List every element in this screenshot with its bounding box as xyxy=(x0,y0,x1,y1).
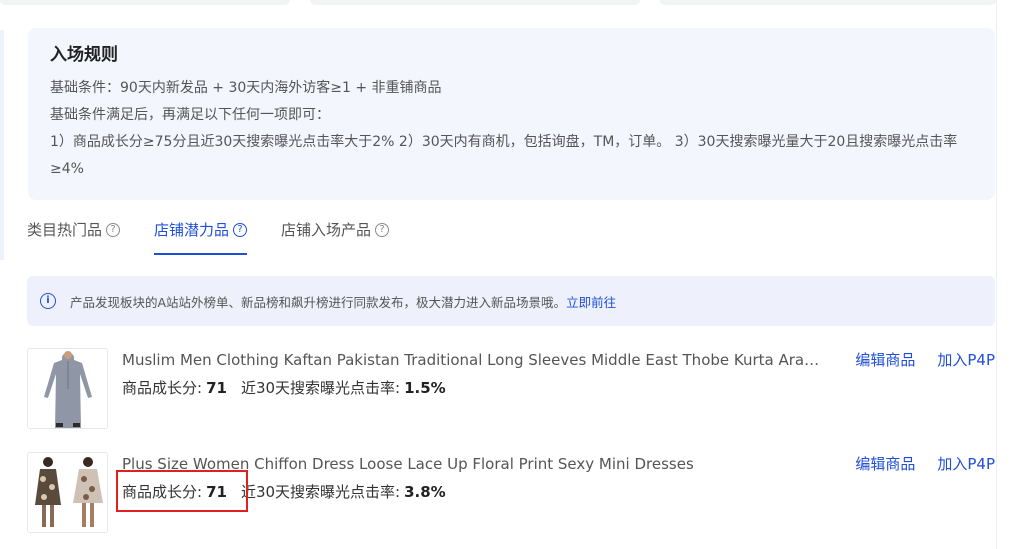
product-title[interactable]: Muslim Men Clothing Kaftan Pakistan Trad… xyxy=(122,349,822,371)
edit-product-button[interactable]: 编辑商品 xyxy=(855,453,915,475)
product-thumbnail[interactable] xyxy=(27,348,108,429)
question-circle-icon[interactable]: ? xyxy=(106,223,121,237)
edit-product-button[interactable]: 编辑商品 xyxy=(855,349,915,371)
top-bar-segment xyxy=(0,0,290,5)
product-row: Plus Size Women Chiffon Dress Loose Lace… xyxy=(27,452,995,534)
top-strip xyxy=(0,0,1032,6)
add-p4p-button[interactable]: 加入P4P xyxy=(937,349,995,371)
tab-category-hot[interactable]: 类目热门品 ? xyxy=(27,214,121,256)
product-stats: 商品成长分: 71 近30天搜索曝光点击率: 1.5% xyxy=(122,377,446,399)
tab-label: 店铺潜力品 xyxy=(154,221,230,239)
product-actions: 编辑商品 加入P4P xyxy=(855,453,995,475)
question-circle-icon[interactable]: ? xyxy=(375,223,390,237)
product-actions: 编辑商品 加入P4P xyxy=(855,349,995,371)
panel-divider xyxy=(996,0,997,549)
growth-score-label: 商品成长分: xyxy=(122,379,203,397)
tab-shop-potential[interactable]: 店铺潜力品 ? xyxy=(154,214,248,256)
ctr-value: 1.5% xyxy=(404,379,446,397)
add-p4p-button[interactable]: 加入P4P xyxy=(937,453,995,475)
info-text: 产品发现板块的A站站外榜单、新品榜和飙升榜进行同款发布，极大潜力进入新品场景哦。 xyxy=(70,294,567,310)
product-tabs: 类目热门品 ? 店铺潜力品 ? 店铺入场产品 ? xyxy=(27,214,390,256)
left-accent xyxy=(0,30,4,260)
rules-line-3: 1）商品成长分≥75分且近30天搜索曝光点击率大于2% 2）30天内有商机，包括… xyxy=(50,134,958,177)
ctr-value: 3.8% xyxy=(404,483,446,501)
top-bar-segment xyxy=(660,0,996,5)
info-circle-icon: i xyxy=(40,293,56,309)
product-thumbnail[interactable] xyxy=(27,452,108,533)
rules-line-2: 基础条件满足后，再满足以下任何一项即可： xyxy=(50,107,330,123)
go-now-link[interactable]: 立即前往 xyxy=(566,292,616,311)
rules-line-1: 基础条件：90天内新发品 + 30天内海外访客≥1 + 非重铺商品 xyxy=(50,80,442,96)
ctr-label: 近30天搜索曝光点击率: xyxy=(240,483,401,501)
top-bar-segment xyxy=(310,0,640,5)
question-circle-icon[interactable]: ? xyxy=(233,223,248,237)
growth-score-value: 71 xyxy=(206,379,227,397)
highlight-box xyxy=(116,470,248,512)
info-banner: i 产品发现板块的A站站外榜单、新品榜和飙升榜进行同款发布，极大潜力进入新品场景… xyxy=(27,276,995,326)
ctr-label: 近30天搜索曝光点击率: xyxy=(240,379,401,397)
entry-rules-panel: 入场规则 基础条件：90天内新发品 + 30天内海外访客≥1 + 非重铺商品 基… xyxy=(28,28,995,200)
rules-title: 入场规则 xyxy=(50,45,118,65)
tab-shop-entered[interactable]: 店铺入场产品 ? xyxy=(281,214,390,256)
tab-label: 店铺入场产品 xyxy=(281,221,372,239)
product-row: Muslim Men Clothing Kaftan Pakistan Trad… xyxy=(27,348,995,430)
tab-label: 类目热门品 xyxy=(27,221,103,239)
